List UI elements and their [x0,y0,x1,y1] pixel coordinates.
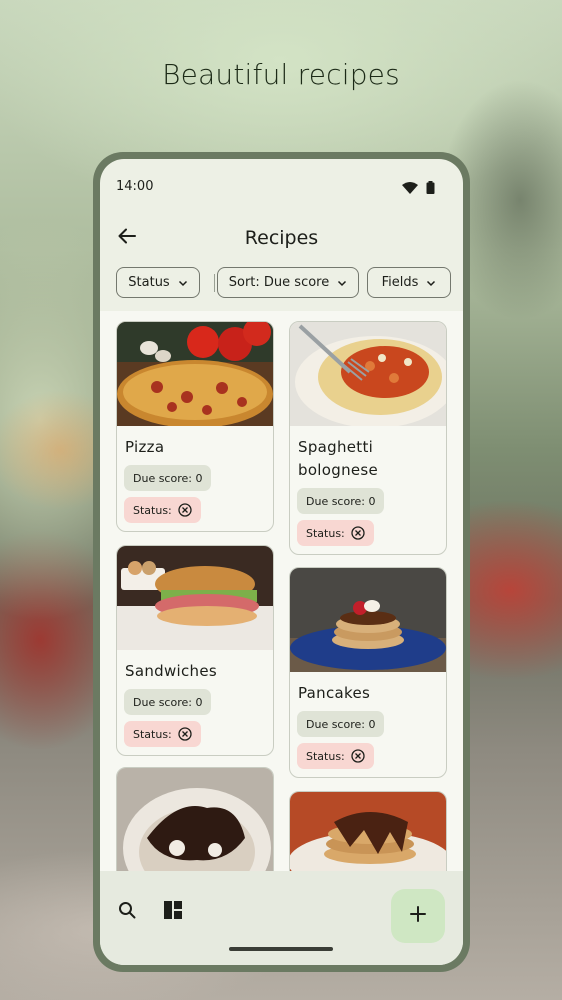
status-bar: 14:00 [100,159,463,203]
due-score-badge: Due score: 0 [297,488,385,514]
recipe-name: Sandwiches [125,662,217,680]
pancakes-image [290,568,446,672]
phone-frame: 14:00 Recipes Status Sort: Due score Fie… [93,152,470,972]
due-score-text: Due score: 0 [306,717,376,731]
chevron-down-icon [426,278,436,288]
due-score-badge: Due score: 0 [124,465,212,491]
promo-headline: Beautiful recipes [162,58,400,91]
due-score-text: Due score: 0 [133,471,203,485]
sandwiches-image [117,546,273,650]
status-text: Status: [306,749,345,763]
sort-label: Sort: Due score [228,275,330,290]
filter-bar: Status Sort: Due score Fields [100,267,463,305]
gesture-home-bar[interactable] [229,947,333,951]
fields-label: Fields [381,275,419,290]
recipe-grid[interactable]: Pizza Due score: 0 Status: Spaghetti bol… [100,311,463,871]
fields-chip[interactable]: Fields [367,267,451,298]
status-time: 14:00 [116,179,154,194]
recipe-card-pancakes[interactable]: Pancakes Due score: 0 Status: [289,567,447,778]
status-filter-chip[interactable]: Status [116,267,200,298]
due-score-badge: Due score: 0 [297,711,385,737]
plus-icon [410,906,426,926]
status-badge: Status: [124,497,201,523]
battery-icon [426,179,435,198]
recipe-card-pizza[interactable]: Pizza Due score: 0 Status: [116,321,274,532]
search-icon [118,901,136,923]
status-filter-label: Status [128,275,170,290]
pizza-image [117,322,273,426]
status-text: Status: [306,526,345,540]
filter-divider [214,274,215,292]
recipe-name: Pizza [125,438,165,456]
cancel-circle-icon [351,526,365,540]
bottom-app-bar [100,871,463,965]
search-button[interactable] [116,901,138,923]
cancel-circle-icon [178,727,192,741]
recipe-card-syrup-pancakes[interactable] [289,791,447,871]
status-text: Status: [133,503,172,517]
dessert-image [117,768,273,871]
recipe-name: Spaghetti bolognese [298,438,379,479]
recipe-card-dessert[interactable] [116,767,274,871]
dashboard-icon [164,901,182,923]
page-title: Recipes [244,227,319,249]
status-badge: Status: [297,743,374,769]
status-badge: Status: [124,721,201,747]
phone-screen: 14:00 Recipes Status Sort: Due score Fie… [100,159,463,965]
recipe-card-spaghetti[interactable]: Spaghetti bolognese Due score: 0 Status: [289,321,447,555]
wifi-icon [402,179,418,198]
due-score-badge: Due score: 0 [124,689,212,715]
recipe-name: Pancakes [298,684,371,702]
chevron-down-icon [178,278,188,288]
add-recipe-button[interactable] [391,889,445,943]
sort-chip[interactable]: Sort: Due score [217,267,359,298]
spaghetti-image [290,322,446,426]
due-score-text: Due score: 0 [306,494,376,508]
app-bar: Recipes [100,215,463,263]
cancel-circle-icon [351,749,365,763]
status-badge: Status: [297,520,374,546]
layout-button[interactable] [162,901,184,923]
chevron-down-icon [337,278,347,288]
recipe-card-sandwiches[interactable]: Sandwiches Due score: 0 Status: [116,545,274,756]
due-score-text: Due score: 0 [133,695,203,709]
status-text: Status: [133,727,172,741]
cancel-circle-icon [178,503,192,517]
syrup-pancakes-image [290,792,446,871]
